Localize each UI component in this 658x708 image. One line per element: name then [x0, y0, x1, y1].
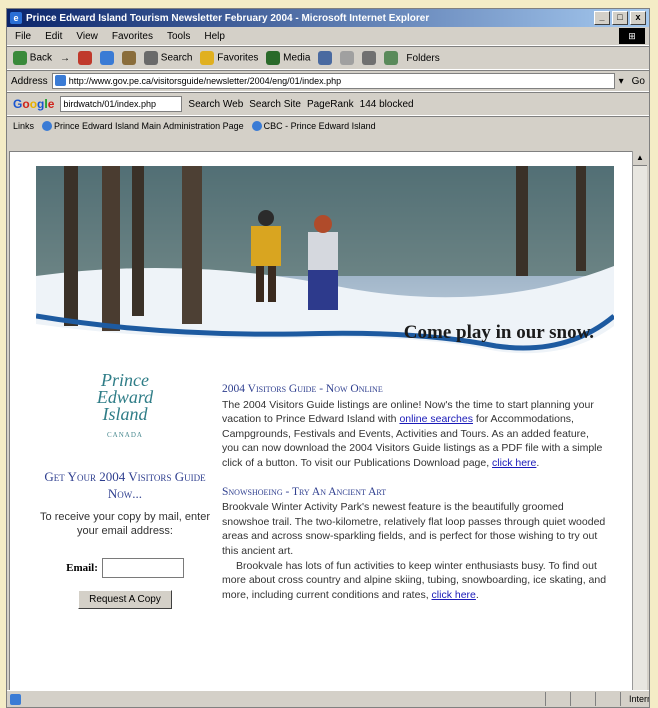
- maximize-button[interactable]: □: [612, 11, 628, 25]
- mail-icon[interactable]: [340, 51, 355, 65]
- edit-icon[interactable]: [384, 51, 399, 65]
- media-icon: [266, 51, 281, 65]
- search-button[interactable]: Search: [144, 51, 192, 65]
- menu-tools[interactable]: Tools: [167, 31, 190, 42]
- forward-button[interactable]: →: [60, 53, 70, 64]
- menu-view[interactable]: View: [76, 31, 98, 42]
- search-site-button[interactable]: Search Site: [249, 99, 301, 110]
- home-icon[interactable]: [122, 51, 137, 65]
- window-title: Prince Edward Island Tourism Newsletter …: [26, 12, 430, 24]
- ie-link-icon: [251, 121, 262, 132]
- online-searches-link[interactable]: online searches: [399, 413, 473, 425]
- winter-banner: Come play in our snow.: [36, 166, 614, 356]
- status-bar: Internet: [7, 690, 649, 707]
- click-here-link[interactable]: click here: [492, 457, 536, 469]
- title-bar: e Prince Edward Island Tourism Newslette…: [7, 9, 649, 27]
- menu-edit[interactable]: Edit: [45, 31, 62, 42]
- popup-blocked-button[interactable]: 144 blocked: [360, 99, 414, 110]
- status-segment: [595, 692, 620, 706]
- google-search-input[interactable]: birdwatch/01/index.php: [60, 96, 183, 112]
- ie-link-icon: [42, 121, 53, 132]
- links-bar: Links Prince Edward Island Main Administ…: [7, 116, 649, 135]
- article-body: Brookvale has lots of fun activities to …: [222, 559, 607, 601]
- star-icon: [200, 51, 215, 65]
- link-cbc-pei[interactable]: CBC - Prince Edward Island: [251, 121, 376, 132]
- folders-button[interactable]: Folders: [406, 53, 439, 64]
- links-label: Links: [13, 121, 35, 131]
- sidebar: Prince Edward Island CANADA Get Your 200…: [40, 371, 210, 609]
- security-zone: Internet: [620, 692, 649, 706]
- print-icon[interactable]: [362, 51, 377, 65]
- page-content: Come play in our snow. Prince Edward Isl…: [9, 151, 635, 695]
- page-icon: [54, 75, 66, 86]
- address-bar: Address http://www.gov.pe.ca/visitorsgui…: [7, 70, 649, 92]
- close-button[interactable]: x: [630, 11, 646, 25]
- status-segment: [570, 692, 595, 706]
- articles: 2004 Visitors Guide - Now Online The 200…: [222, 382, 608, 602]
- back-button[interactable]: Back: [13, 51, 52, 65]
- get-guide-heading: Get Your 2004 Visitors Guide Now...: [44, 469, 206, 501]
- back-arrow-icon: [13, 51, 27, 65]
- scroll-up-icon[interactable]: ▲: [633, 151, 647, 166]
- status-segment: [545, 692, 570, 706]
- click-here-link[interactable]: click here: [432, 589, 476, 601]
- refresh-icon[interactable]: [100, 51, 115, 65]
- article-title[interactable]: 2004 Visitors Guide - Now Online: [222, 382, 608, 397]
- menu-bar: File Edit View Favorites Tools Help ⊞: [7, 27, 649, 46]
- pagerank-label[interactable]: PageRank: [307, 99, 354, 110]
- pei-logo[interactable]: Prince Edward Island CANADA: [40, 371, 210, 444]
- article-body: Brookvale Winter Activity Park's newest …: [222, 501, 606, 557]
- standard-toolbar: Back → Search Favorites Media Folders: [7, 46, 649, 70]
- search-web-button[interactable]: Search Web: [188, 99, 243, 110]
- address-input[interactable]: http://www.gov.pe.ca/visitorsguide/newsl…: [51, 73, 615, 89]
- email-label: Email:: [66, 562, 98, 574]
- stop-icon[interactable]: [78, 51, 93, 65]
- address-url: http://www.gov.pe.ca/visitorsguide/newsl…: [68, 76, 342, 86]
- google-logo[interactable]: Google: [13, 97, 54, 111]
- article-body: The 2004 Visitors Guide listings are onl…: [222, 398, 603, 469]
- email-row: Email:: [40, 558, 210, 578]
- history-icon[interactable]: [318, 51, 333, 65]
- address-label: Address: [11, 75, 48, 87]
- minimize-button[interactable]: _: [594, 11, 610, 25]
- menu-favorites[interactable]: Favorites: [112, 31, 153, 42]
- status-segments: Internet: [545, 692, 649, 706]
- go-button[interactable]: Go: [632, 76, 645, 87]
- address-dropdown-icon[interactable]: ▾: [619, 76, 624, 87]
- email-field[interactable]: [101, 558, 184, 578]
- vertical-scrollbar[interactable]: ▲: [632, 151, 647, 693]
- favorites-button[interactable]: Favorites: [200, 51, 258, 65]
- menu-file[interactable]: File: [15, 31, 31, 42]
- banner-tagline: Come play in our snow.: [403, 322, 594, 343]
- browser-window: e Prince Edward Island Tourism Newslette…: [6, 8, 650, 708]
- media-button[interactable]: Media: [266, 51, 310, 65]
- menu-help[interactable]: Help: [204, 31, 225, 42]
- ie-icon: e: [10, 12, 22, 24]
- request-copy-button[interactable]: Request A Copy: [78, 590, 172, 609]
- page-done-icon: [10, 693, 21, 705]
- windows-logo-icon: ⊞: [619, 28, 645, 44]
- google-toolbar: Google birdwatch/01/index.php Search Web…: [7, 92, 649, 116]
- link-pei-admin[interactable]: Prince Edward Island Main Administration…: [42, 121, 244, 132]
- article-title[interactable]: Snowshoeing - Try An Ancient Art: [222, 485, 608, 500]
- search-icon: [144, 51, 159, 65]
- receive-text: To receive your copy by mail, enter your…: [40, 511, 210, 537]
